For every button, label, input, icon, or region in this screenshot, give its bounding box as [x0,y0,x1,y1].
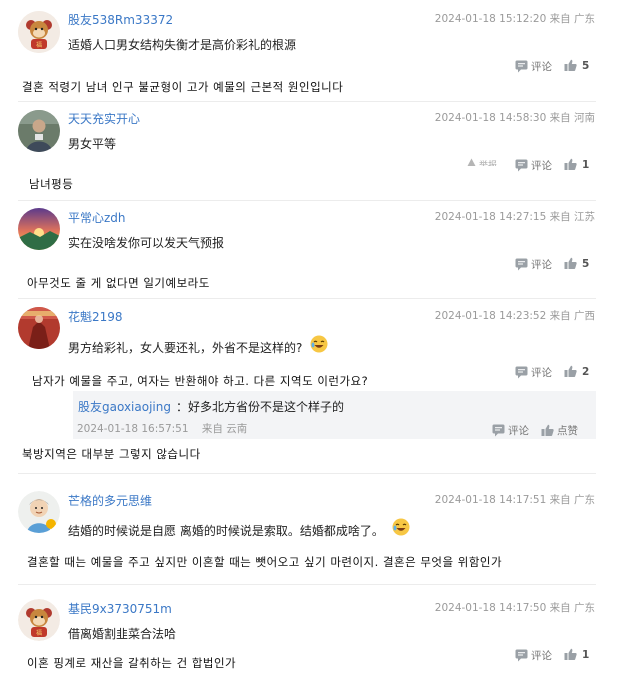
comment-button[interactable]: 评论 [515,59,552,74]
username[interactable]: 芒格的多元思维 [68,492,152,509]
comment-text: 结婚的时候说是自愿 离婚的时候说是索取。结婚都成啥了。 [68,518,410,539]
svg-text:福: 福 [36,629,42,637]
reply-text: ：好多北方省份不是这个样子的 [176,400,345,414]
avatar[interactable] [18,491,60,533]
avatar[interactable] [18,208,60,250]
comment-button[interactable]: 评论 [515,257,552,272]
thumbs-up-icon [564,59,577,71]
monkey-avatar-icon: 福 [18,11,60,53]
warning-icon [467,158,476,166]
comment-meta: 2024-01-18 14:58:30 来自 河南 [415,110,595,125]
comment-meta: 2024-01-18 14:23:52 来自 广西 [415,308,595,323]
separator [18,584,596,585]
thumbs-up-icon [564,365,577,377]
username[interactable]: 基民9x3730751m [68,600,172,617]
username[interactable]: 股友538Rm33372 [68,11,173,28]
translation-text: 결혼할 때는 예물을 주고 싶지만 이혼할 때는 뺏어오고 싶기 마련이지. 결… [27,555,503,569]
separator [18,101,596,102]
comment-text: 男方给彩礼，女人要还礼，外省不是这样的? [68,335,328,356]
separator [18,200,596,201]
like-button[interactable]: 2 [564,365,589,378]
comment-text: 实在没啥发你可以发天气预报 [68,236,225,250]
comment-meta: 2024-01-18 14:27:15 来自 江苏 [415,209,595,224]
comment-text: 男女平等 [68,137,117,151]
svg-text:福: 福 [36,41,42,49]
avatar[interactable]: 福 [18,11,60,53]
username[interactable]: 天天充实开心 [68,110,140,127]
reply-translation-text: 북방지역은 대부분 그렇지 않습니다 [22,447,201,461]
comment-datetime: 2024-01-18 14:58:30 [434,112,547,124]
comment-location: 来自 河南 [549,112,595,124]
comment-location: 来自 广东 [549,494,595,506]
translation-text: 결혼 적령기 남녀 인구 불균형이 고가 예물의 근본적 원인입니다 [22,80,344,94]
comment-icon [515,366,528,379]
like-button[interactable]: 1 [564,158,589,171]
comment-icon [515,60,528,73]
comment-datetime: 2024-01-18 14:27:15 [434,211,547,223]
comment-text-body: 结婚的时候说是自愿 离婚的时候说是索取。结婚都成啥了。 [68,524,384,538]
like-count: 2 [582,365,590,378]
reply-meta: 2024-01-18 16:57:51 来自 云南 [77,421,247,436]
like-button[interactable]: 5 [564,257,589,270]
photo-avatar-icon [18,110,60,152]
laughing-emoji-icon [310,335,328,352]
thumbs-up-icon [564,257,577,269]
thumbs-up-icon [541,424,554,436]
comment-location: 来自 江苏 [549,211,595,223]
comment-location: 来自 广东 [549,13,595,25]
cartoon-avatar-icon [18,491,60,533]
comment-text-body: 男方给彩礼，女人要还礼，外省不是这样的? [68,341,303,355]
comment-meta: 2024-01-18 15:12:20 来自 广东 [415,11,595,26]
comment-icon [492,424,505,437]
comment-icon [515,159,528,172]
like-button[interactable]: 1 [564,648,589,661]
comment-text: 适婚人口男女结构失衡才是高价彩礼的根源 [68,38,297,52]
like-count: 5 [582,59,590,72]
reply-comment-button[interactable]: 评论 [492,423,529,438]
comment-meta: 2024-01-18 14:17:51 来自 广东 [415,492,595,507]
comment-datetime: 2024-01-18 14:17:50 [434,602,547,614]
comment-icon [515,649,528,662]
comment-meta: 2024-01-18 14:17:50 来自 广东 [415,600,595,615]
reply-datetime: 2024-01-18 16:57:51 [77,423,189,435]
separator [18,298,596,299]
translation-text: 아무것도 줄 게 없다면 일기예보라도 [27,276,210,290]
reply-like-button[interactable]: 点赞 [541,423,578,438]
translation-text: 남녀평등 [29,177,74,191]
comment-datetime: 2024-01-18 15:12:20 [434,13,547,25]
comment-location: 来自 广西 [549,310,595,322]
avatar[interactable] [18,307,60,349]
sunset-avatar-icon [18,208,60,250]
comment-button[interactable]: 评论 [515,648,552,663]
like-count: 1 [582,158,590,171]
translation-text: 이혼 핑계로 재산을 갈취하는 건 합법인가 [27,656,237,670]
comment-datetime: 2024-01-18 14:23:52 [434,310,547,322]
laughing-emoji-icon [392,518,410,535]
comment-text: 借离婚割韭菜合法哈 [68,627,177,641]
red-photo-avatar-icon [18,307,60,349]
comment-datetime: 2024-01-18 14:17:51 [434,494,547,506]
comment-icon [515,258,528,271]
thumbs-up-icon [564,648,577,660]
comment-location: 来自 广东 [549,602,595,614]
like-count: 1 [582,648,590,661]
username[interactable]: 平常心zdh [68,209,126,226]
thumbs-up-icon [564,158,577,170]
like-button[interactable]: 5 [564,59,589,72]
separator [18,473,596,474]
reply-username[interactable]: 股友gaoxiaojing [78,398,171,415]
reply-location: 来自 云南 [201,423,248,435]
avatar[interactable] [18,110,60,152]
report-button[interactable]: 举报 [467,158,497,166]
monkey-avatar-icon: 福 [18,599,60,641]
username[interactable]: 花魁2198 [68,308,123,325]
like-count: 5 [582,257,590,270]
comment-button[interactable]: 评论 [515,365,552,380]
avatar[interactable]: 福 [18,599,60,641]
translation-text: 남자가 예물을 주고, 여자는 반환해야 하고. 다른 지역도 이런가요? [32,374,369,388]
comment-button[interactable]: 评论 [515,158,552,173]
